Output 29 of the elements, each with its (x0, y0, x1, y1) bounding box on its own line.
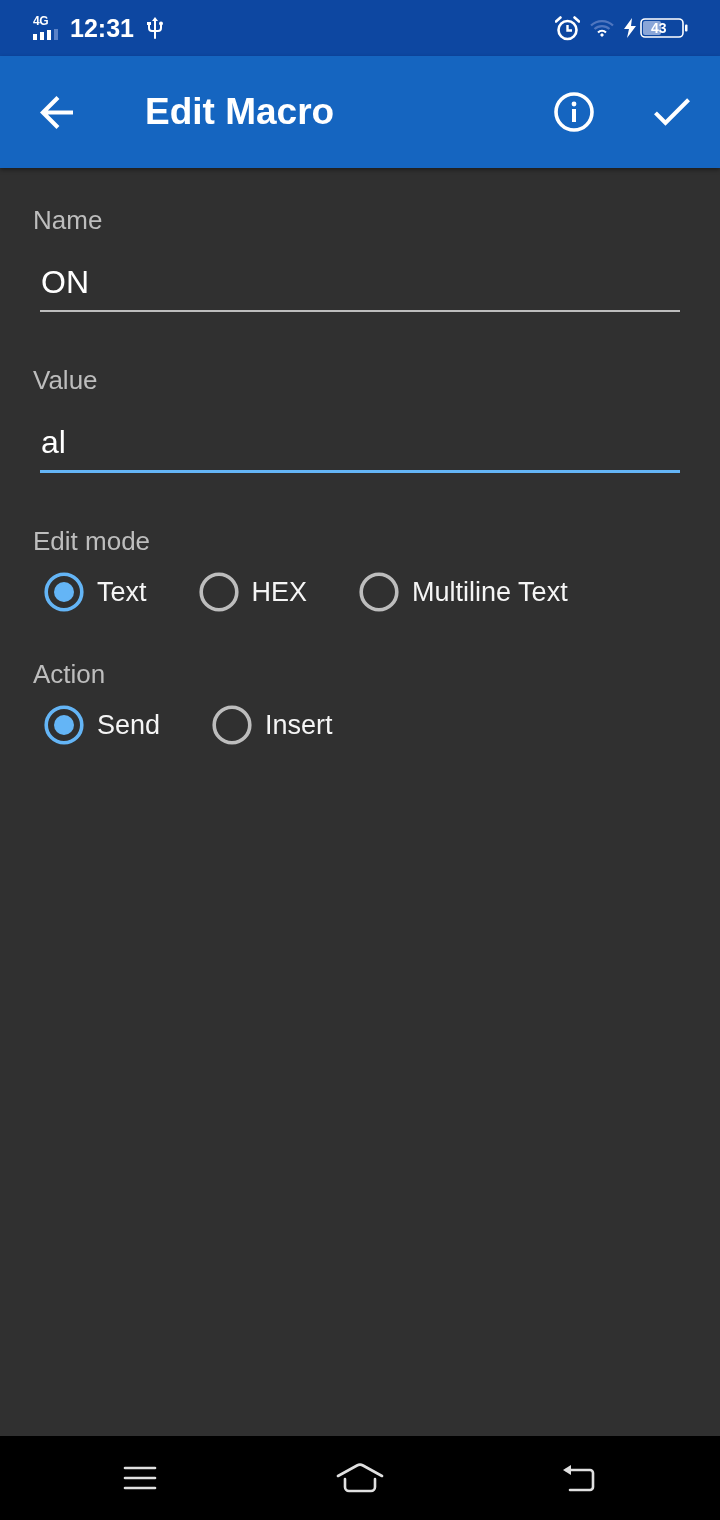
radio-icon[interactable] (44, 705, 84, 745)
menu-icon[interactable] (123, 1466, 157, 1490)
radio-option[interactable]: Insert (212, 705, 333, 745)
info-icon[interactable] (554, 92, 594, 132)
radio-option[interactable]: Text (44, 572, 147, 612)
radio-icon[interactable] (212, 705, 253, 745)
text-field[interactable]: al (40, 420, 680, 473)
group-label: Edit mode (33, 525, 152, 557)
radio-option[interactable]: Multiline Text (359, 572, 568, 612)
radio-icon[interactable] (198, 572, 239, 612)
radio-option[interactable]: HEX (198, 572, 308, 612)
charging-bolt-icon (624, 18, 636, 38)
group-label: Action (33, 658, 107, 690)
clock-time: 12:31 (70, 13, 134, 43)
network-type-text: 4G (33, 14, 48, 27)
field-label: Name (33, 204, 104, 236)
alarm-clock-icon (555, 15, 580, 41)
checkmark-icon[interactable] (654, 98, 690, 126)
text-field[interactable]: ON (40, 261, 680, 312)
screen-title: Edit Macro (145, 90, 336, 134)
signal-icon (33, 28, 60, 40)
radio-option[interactable]: Send (44, 705, 161, 745)
wifi-icon (590, 19, 614, 37)
home-icon[interactable] (335, 1463, 384, 1493)
field-label: Value (33, 364, 99, 396)
back-icon[interactable] (562, 1464, 596, 1492)
radio-icon[interactable] (44, 572, 84, 612)
usb-icon (146, 17, 163, 39)
radio-icon[interactable] (359, 572, 400, 612)
